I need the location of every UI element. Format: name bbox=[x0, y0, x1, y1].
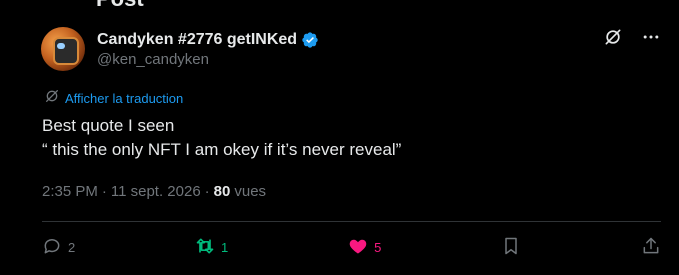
avatar[interactable] bbox=[41, 27, 85, 71]
post-text: Best quote I seen “ this the only NFT I … bbox=[42, 114, 401, 162]
reply-count: 2 bbox=[68, 239, 76, 255]
retweet-count: 1 bbox=[221, 239, 229, 255]
divider bbox=[42, 221, 661, 222]
views-count: 80 bbox=[213, 183, 231, 200]
translate-label[interactable]: Afficher la traduction bbox=[65, 91, 183, 106]
meta-separator: · bbox=[101, 183, 107, 200]
author-display-name[interactable]: Candyken #2776 getINKed bbox=[97, 31, 297, 49]
like-count: 5 bbox=[374, 239, 382, 255]
action-bar: 2 1 5 bbox=[42, 235, 661, 259]
post-line: Best quote I seen bbox=[42, 116, 175, 135]
bookmark-icon bbox=[501, 236, 521, 259]
reply-icon bbox=[42, 236, 62, 259]
heart-icon bbox=[348, 236, 368, 259]
post-time[interactable]: 2:35 PM bbox=[42, 183, 98, 200]
post-meta: 2:35 PM · 11 sept. 2026 · 80 vues bbox=[42, 183, 266, 200]
share-icon bbox=[641, 236, 661, 259]
bookmark-button[interactable] bbox=[501, 236, 521, 259]
grok-icon[interactable] bbox=[603, 27, 623, 47]
tweet-header: Candyken #2776 getINKed @ken_candyken bbox=[41, 27, 661, 71]
more-options-icon[interactable] bbox=[641, 27, 661, 47]
share-button[interactable] bbox=[641, 236, 661, 259]
translate-link[interactable]: Afficher la traduction bbox=[44, 88, 183, 109]
header-actions bbox=[603, 27, 661, 47]
translate-icon bbox=[44, 88, 60, 109]
like-button[interactable]: 5 bbox=[348, 236, 381, 259]
meta-separator: · bbox=[204, 183, 210, 200]
retweet-icon bbox=[195, 236, 215, 259]
page-header-title: Post bbox=[96, 0, 144, 12]
name-row: Candyken #2776 getINKed bbox=[97, 31, 319, 49]
views-label: vues bbox=[234, 183, 267, 200]
author-names: Candyken #2776 getINKed @ken_candyken bbox=[97, 31, 319, 68]
reply-button[interactable]: 2 bbox=[42, 236, 75, 259]
tweet-detail: Post Candyken #2776 getINKed @ken_candyk… bbox=[0, 0, 679, 275]
post-line: “ this the only NFT I am okey if it’s ne… bbox=[42, 140, 402, 159]
post-date[interactable]: 11 sept. 2026 bbox=[111, 183, 201, 200]
retweet-button[interactable]: 1 bbox=[195, 236, 228, 259]
verified-badge-icon bbox=[301, 31, 319, 49]
author-handle[interactable]: @ken_candyken bbox=[97, 51, 319, 68]
